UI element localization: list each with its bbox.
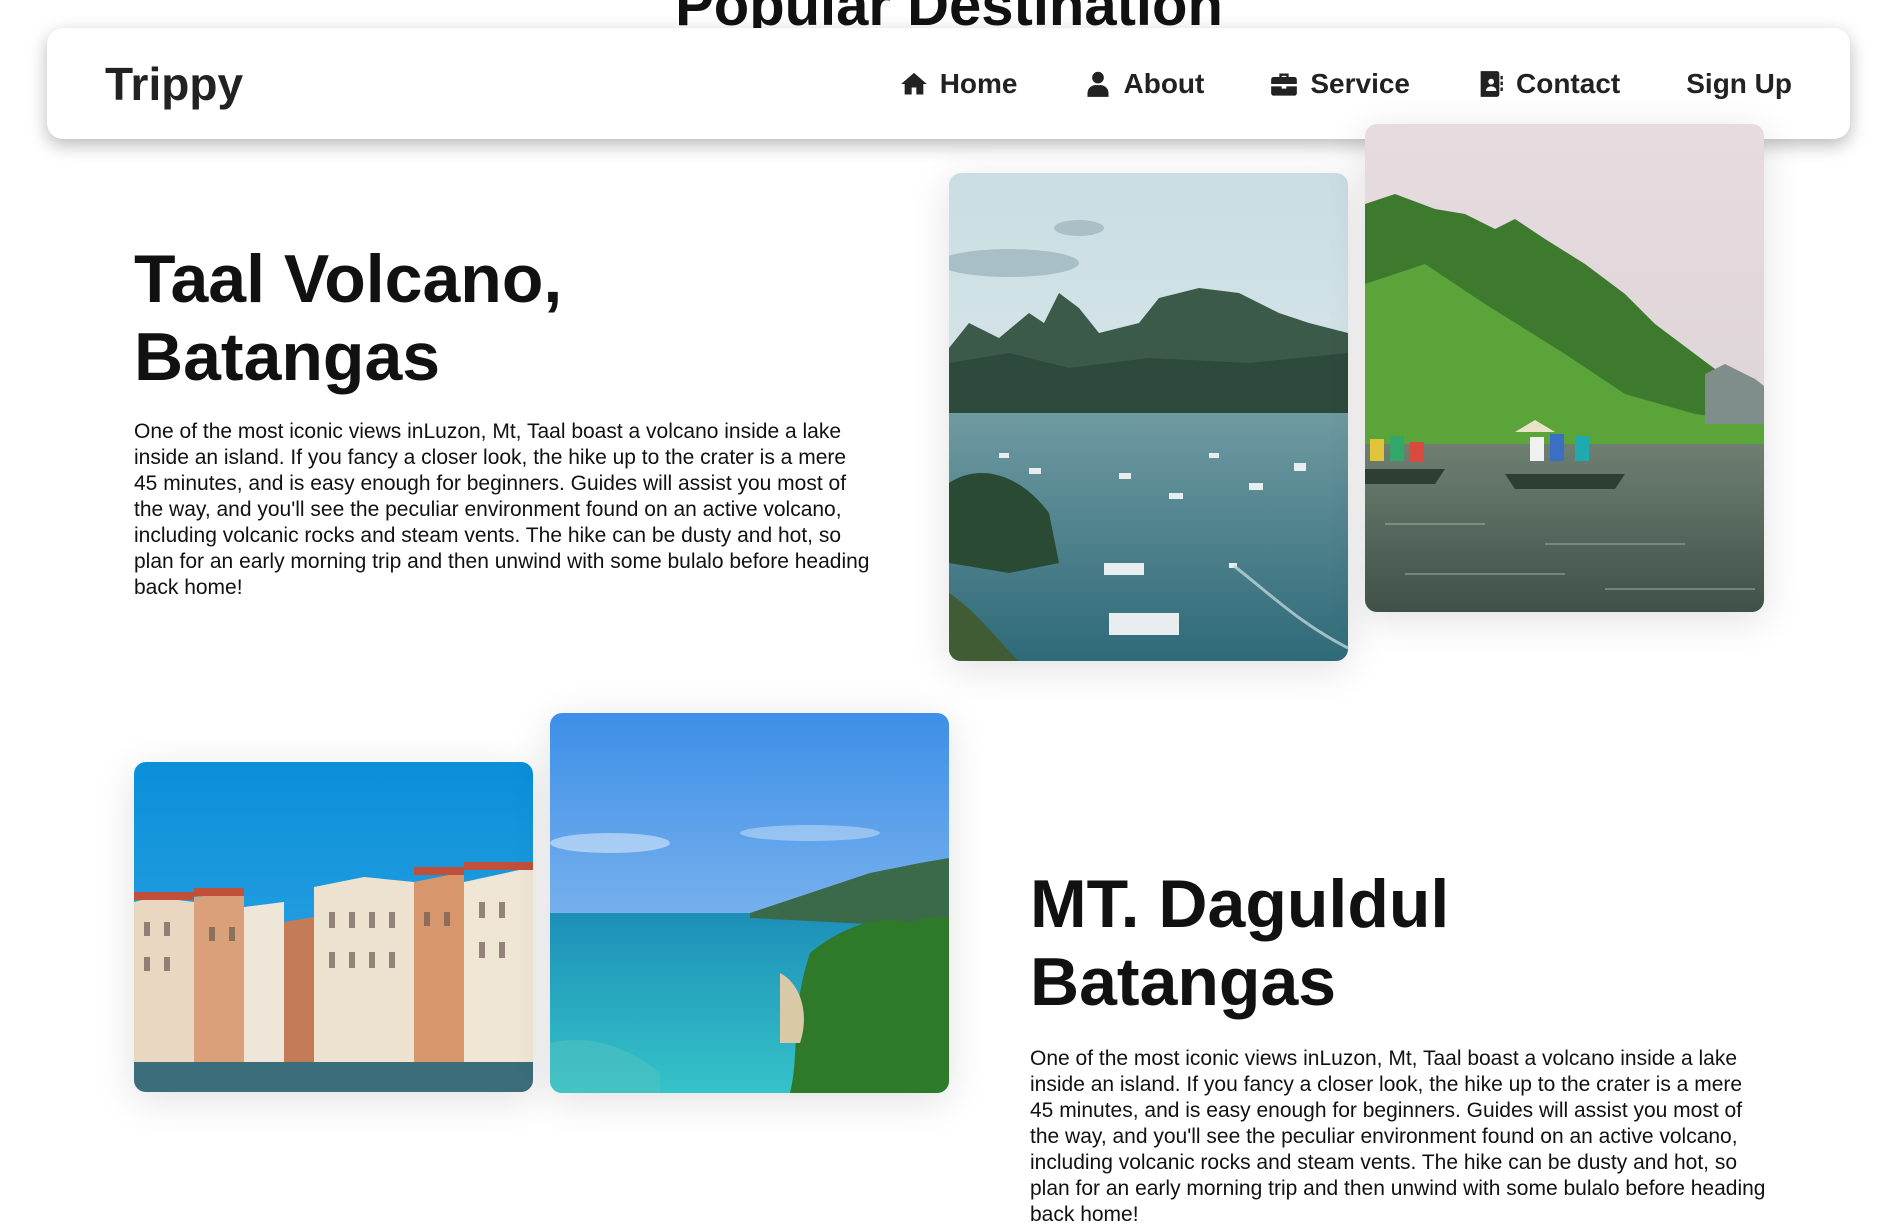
- river-boats-photo: [1365, 124, 1764, 612]
- bay-karst-islands-photo: [949, 173, 1348, 661]
- nav-about-link[interactable]: About: [1084, 67, 1205, 100]
- destination-daguldul: MT. Daguldul Batangas One of the most ic…: [1030, 865, 1770, 1228]
- brand-logo[interactable]: Trippy: [105, 57, 243, 111]
- nav-service-label: Service: [1310, 67, 1410, 99]
- nav-home-link[interactable]: Home: [900, 68, 1018, 100]
- destination-title-line1: Taal Volcano,: [134, 241, 563, 317]
- nav-home-label: Home: [939, 67, 1018, 99]
- venice-canal-photo: [134, 762, 533, 1092]
- nav-signup-link[interactable]: Sign Up: [1686, 68, 1792, 100]
- briefcase-icon: [1271, 73, 1298, 96]
- nav-contact-label: Contact: [1516, 67, 1621, 99]
- destination-taal: Taal Volcano, Batangas One of the most i…: [134, 240, 874, 601]
- destination-title: Taal Volcano, Batangas: [134, 240, 874, 396]
- destination-title-line2: Batangas: [134, 319, 441, 395]
- nav-links: Home About Service Contact Sign Up: [900, 68, 1792, 100]
- contact-book-icon: [1480, 70, 1503, 97]
- nav-about-label: About: [1123, 67, 1205, 99]
- nav-signup-label: Sign Up: [1686, 67, 1792, 99]
- user-icon: [1087, 71, 1108, 97]
- navbar: Trippy Home About Service Contact Sign U…: [47, 28, 1850, 139]
- nav-contact-link[interactable]: Contact: [1476, 68, 1620, 100]
- home-icon: [900, 72, 927, 94]
- destination-title: MT. Daguldul Batangas: [1030, 866, 1450, 1020]
- destination-description: One of the most iconic views inLuzon, Mt…: [134, 420, 870, 599]
- nav-service-link[interactable]: Service: [1270, 68, 1410, 100]
- tropical-coast-photo: [550, 713, 949, 1093]
- destination-description: One of the most iconic views inLuzon, Mt…: [1030, 1047, 1766, 1226]
